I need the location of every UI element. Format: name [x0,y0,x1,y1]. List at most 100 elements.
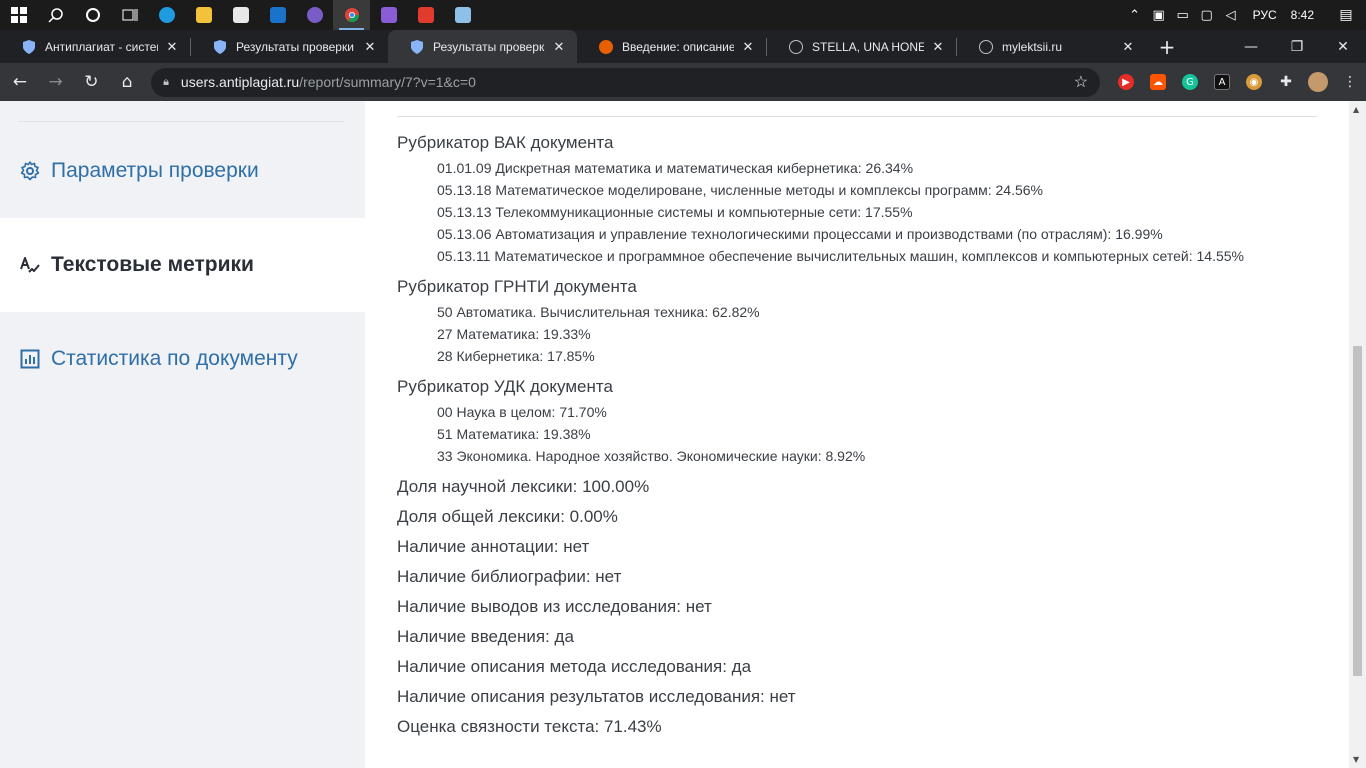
close-tab-icon[interactable]: ✕ [362,39,378,55]
mail-icon[interactable] [259,0,296,30]
metric-results-description: Наличие описания результатов исследовани… [397,687,796,706]
sidebar-item-label: Статистика по документу [51,347,298,370]
extension-owl-icon[interactable]: ◉ [1238,66,1270,98]
sidebar-item-label: Параметры проверки [51,159,259,182]
volume-icon[interactable]: ◁ [1219,8,1243,23]
shield-icon [22,39,36,54]
metric-introduction: Наличие введения: да [397,627,574,646]
display-icon[interactable]: ▢ [1195,8,1219,23]
scroll-up-arrow-icon[interactable]: ▲ [1353,105,1359,114]
tab-vvedenie[interactable]: Введение: описание ре ✕ [577,30,766,63]
udk-rubricator-heading: Рубрикатор УДК документа [397,377,613,396]
close-tab-icon[interactable]: ✕ [930,39,946,55]
tab-mylektsii[interactable]: mylektsii.ru ✕ [957,30,1146,63]
reload-icon[interactable]: ↻ [76,66,108,98]
vak-rubricator-heading: Рубрикатор ВАК документа [397,133,614,152]
grnti-rubric-item: 27 Математика: 19.33% [437,326,591,342]
udk-rubric-item: 51 Математика: 19.38% [437,426,591,442]
youtube-extension-icon[interactable]: ▶ [1110,66,1142,98]
puzzle-extensions-icon[interactable]: ✚ [1270,66,1302,98]
vak-rubric-item: 05.13.06 Автоматизация и управление техн… [437,226,1163,242]
pdf-reader-icon[interactable] [407,0,444,30]
vak-rubric-item: 05.13.18 Математическое моделироване, чи… [437,182,1043,198]
udk-rubric-item: 33 Экономика. Народное хозяйство. Эконом… [437,448,866,464]
close-tab-icon[interactable]: ✕ [740,39,756,55]
system-tray: ⌃ ▣ ▭ ▢ ◁ РУС 8:42 ▤ [1123,0,1366,30]
soundcloud-extension-icon[interactable]: ☁ [1142,66,1174,98]
sidebar-item-check-params[interactable]: Параметры проверки [0,124,365,218]
network-status-icon[interactable]: ▣ [1147,8,1171,23]
tab-antiplagiat[interactable]: Антиплагиат - система ✕ [0,30,190,63]
extensions-bar: ▶ ☁ G A ◉ ✚ ⋮ [1110,66,1366,98]
store-icon[interactable] [222,0,259,30]
udk-rubric-item: 00 Наука в целом: 71.70% [437,404,607,420]
window-controls: — ❐ ✕ [1228,30,1366,63]
app-purple-icon[interactable] [296,0,333,30]
bar-chart-icon [20,349,40,369]
chevron-up-icon[interactable]: ⌃ [1123,8,1147,23]
shield-icon [213,39,227,54]
page-content: Параметры проверки Текстовые метрики Ста… [0,101,1366,768]
tab-title: Результаты проверки - [236,39,356,54]
file-explorer-icon[interactable] [185,0,222,30]
scroll-down-arrow-icon[interactable]: ▼ [1353,755,1359,764]
scrollbar-thumb[interactable] [1353,346,1362,676]
sidebar-item-doc-stats[interactable]: Статистика по документу [0,312,365,406]
grnti-rubric-item: 50 Автоматика. Вычислительная техника: 6… [437,304,760,320]
browser-toolbar: ← → ↻ ⌂ 🔒︎ users.antiplagiat.ru/report/s… [0,63,1366,101]
tab-stella[interactable]: STELLA, UNA HONEYPO ✕ [767,30,956,63]
browser-tab-strip: Антиплагиат - система ✕ Результаты прове… [0,30,1366,63]
shield-icon [410,39,424,54]
tab-title: STELLA, UNA HONEYPO [812,39,924,54]
globe-icon [979,39,993,54]
battery-icon[interactable]: ▭ [1171,8,1195,23]
close-window-icon[interactable]: ✕ [1320,30,1366,63]
profile-avatar[interactable] [1302,66,1334,98]
tab-title: mylektsii.ru [1002,39,1063,54]
windows-start-icon[interactable] [0,0,37,30]
bookmark-star-icon[interactable]: ☆ [1074,72,1088,92]
task-view-icon[interactable] [111,0,148,30]
close-tab-icon[interactable]: ✕ [1120,39,1136,55]
sidebar-item-text-metrics[interactable]: Текстовые метрики [0,218,365,312]
clock[interactable]: 8:42 [1287,8,1326,22]
minimize-icon[interactable]: — [1228,30,1274,63]
sidebar-divider [18,121,344,122]
text-metrics-icon [20,255,40,275]
restore-icon[interactable]: ❐ [1274,30,1320,63]
grnti-rubric-item: 28 Кибернетика: 17.85% [437,348,595,364]
new-tab-button[interactable]: + [1150,30,1184,63]
home-icon[interactable]: ⌂ [111,66,143,98]
tab-results-active[interactable]: Результаты проверки - ✕ [388,30,577,63]
edge-icon[interactable] [148,0,185,30]
forward-arrow-icon[interactable]: → [40,66,72,98]
notepad-icon[interactable] [444,0,481,30]
lock-icon[interactable]: 🔒︎ [163,76,169,89]
globe-icon [789,39,803,54]
grnti-rubricator-heading: Рубрикатор ГРНТИ документа [397,277,637,296]
metric-scientific-lexicon: Доля научной лексики: 100.00% [397,477,650,496]
url-host: users.antiplagiat.ru [180,74,300,90]
language-indicator[interactable]: РУС [1243,8,1287,22]
url-path: /report/summary/7?v=1&c=0 [299,74,476,90]
section-divider [397,116,1317,117]
page-scrollbar[interactable]: ▲ ▼ [1349,101,1366,768]
metric-text-coherence: Оценка связности текста: 71.43% [397,717,662,736]
grammarly-extension-icon[interactable]: G [1174,66,1206,98]
notifications-icon[interactable]: ▤ [1326,7,1366,23]
sidebar-item-label: Текстовые метрики [51,253,254,276]
metric-conclusions: Наличие выводов из исследования: нет [397,597,712,616]
extension-a-icon[interactable]: A [1206,66,1238,98]
back-arrow-icon[interactable]: ← [4,66,36,98]
chrome-icon[interactable] [333,0,370,30]
browser-menu-icon[interactable]: ⋮ [1334,66,1366,98]
cortana-icon[interactable] [74,0,111,30]
address-bar[interactable]: 🔒︎ users.antiplagiat.ru/report/summary/7… [151,67,1101,97]
gear-icon [20,161,40,181]
close-tab-icon[interactable]: ✕ [164,39,180,55]
visual-studio-icon[interactable] [370,0,407,30]
search-icon[interactable] [37,0,74,30]
tab-results-1[interactable]: Результаты проверки - ✕ [191,30,388,63]
vak-rubric-item: 05.13.11 Математическое и программное об… [437,248,1244,264]
close-tab-icon[interactable]: ✕ [551,39,567,55]
